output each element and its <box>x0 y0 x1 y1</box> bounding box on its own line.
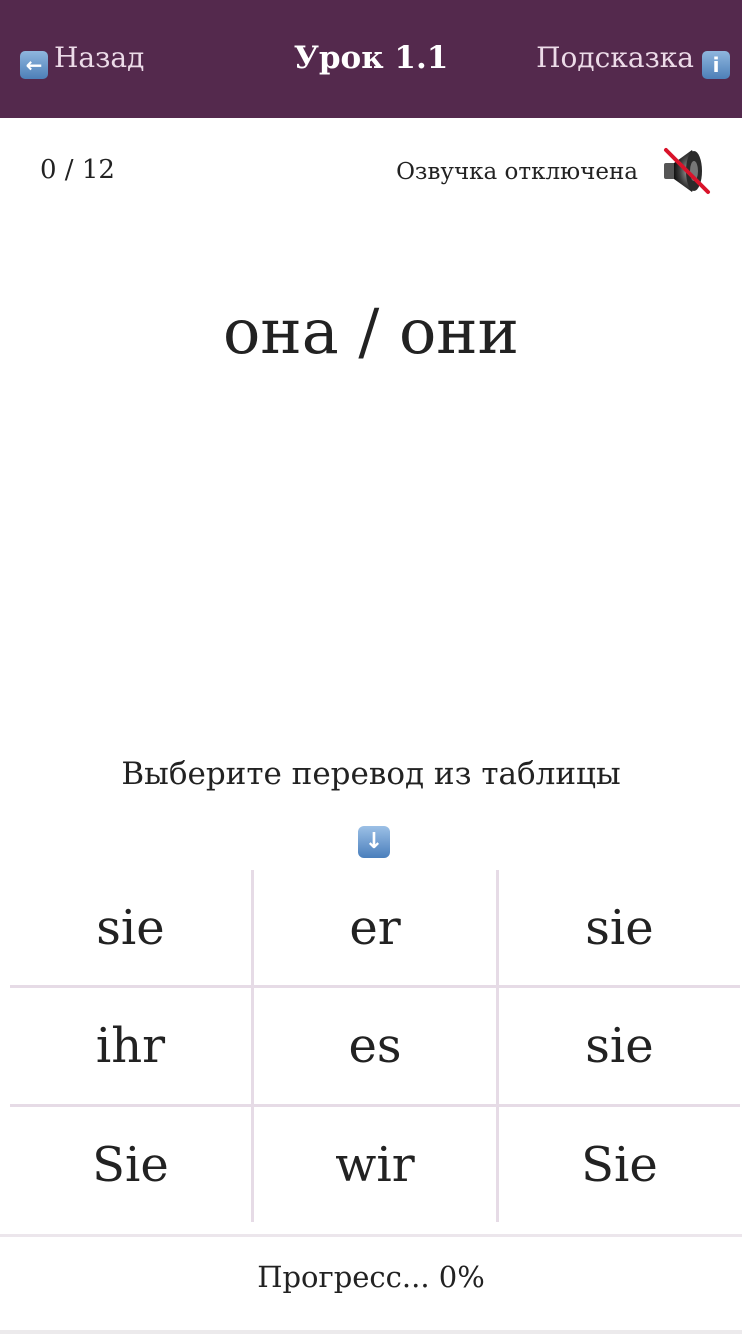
answer-option[interactable]: es <box>254 988 496 1104</box>
answer-grid: sie er sie ihr es sie Sie wir Sie <box>10 870 740 1222</box>
info-icon: i <box>702 51 730 79</box>
top-bar: ← Назад Урок 1.1 Подсказка i <box>0 0 742 118</box>
bottom-divider <box>0 1330 742 1334</box>
answer-option[interactable]: sie <box>10 870 251 985</box>
question-counter: 0 / 12 <box>40 155 115 185</box>
progress-label: Прогресс... 0% <box>0 1234 742 1337</box>
answer-option[interactable]: er <box>254 870 496 985</box>
answer-option[interactable]: sie <box>499 988 740 1104</box>
instruction-text: Выберите перевод из таблицы <box>121 756 621 792</box>
muted-speaker-icon[interactable] <box>658 144 712 198</box>
answer-option[interactable]: Sie <box>10 1107 251 1222</box>
sound-status-label: Озвучка отключена <box>396 159 638 185</box>
answer-option[interactable]: ihr <box>10 988 251 1104</box>
hint-button[interactable]: Подсказка i <box>536 38 730 79</box>
prompt-word: она / они <box>223 295 519 368</box>
hint-label: Подсказка <box>536 41 694 74</box>
down-arrow-icon: ↓ <box>358 826 390 858</box>
answer-option[interactable]: wir <box>254 1107 496 1222</box>
answer-option[interactable]: sie <box>499 870 740 985</box>
answer-option[interactable]: Sie <box>499 1107 740 1222</box>
